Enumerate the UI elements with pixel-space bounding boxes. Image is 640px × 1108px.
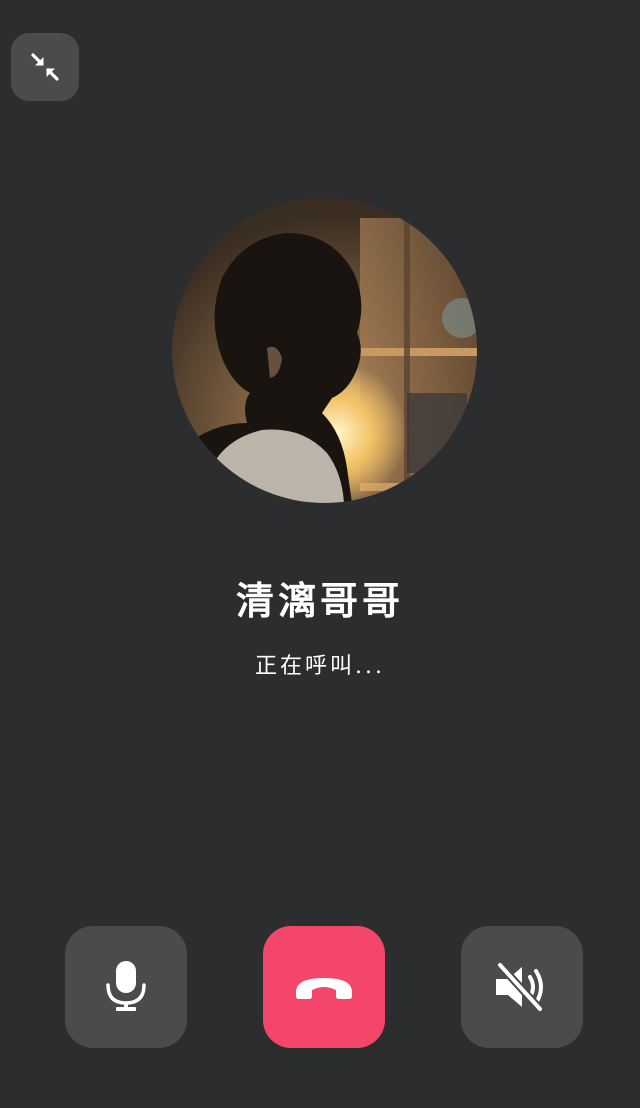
minimize-arrows-icon [31, 53, 59, 81]
microphone-button[interactable] [65, 926, 187, 1048]
minimize-button[interactable] [11, 33, 79, 101]
phone-hangup-icon [296, 978, 352, 999]
microphone-icon [106, 961, 146, 1011]
caller-avatar [172, 198, 477, 503]
caller-name: 清漓哥哥 [235, 578, 404, 623]
hangup-button[interactable] [263, 926, 385, 1048]
call-status-text: 正在呼叫... [255, 654, 385, 679]
speaker-muted-icon [496, 961, 544, 1013]
speaker-button[interactable] [461, 926, 583, 1048]
